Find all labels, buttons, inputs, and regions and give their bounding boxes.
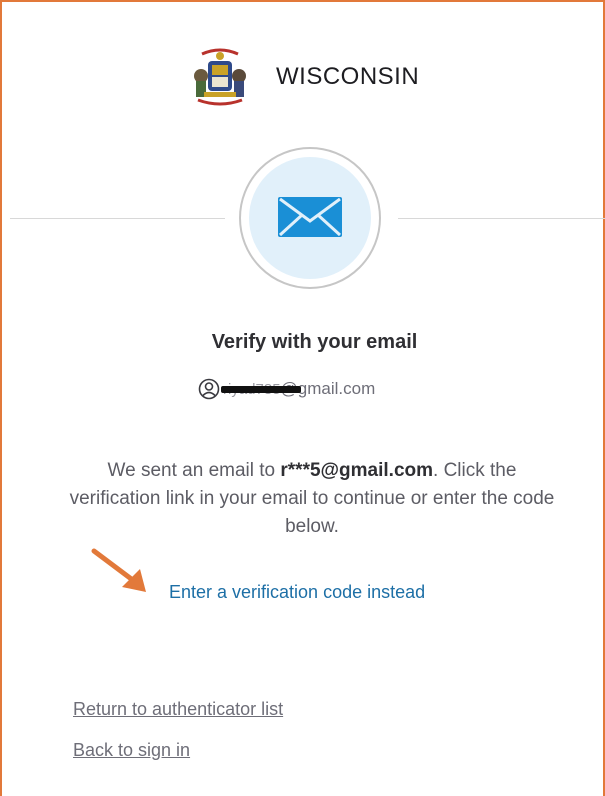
return-to-authenticator-list-link[interactable]: Return to authenticator list <box>73 699 283 720</box>
browser-frame: WISCONSIN Verify with your email riyad78… <box>0 0 605 796</box>
instructions-prefix: We sent an email to <box>107 460 281 481</box>
brand-name: WISCONSIN <box>276 63 420 90</box>
divider-right <box>398 218 605 219</box>
masked-email: r***5@gmail.com <box>280 460 434 481</box>
authenticator-badge <box>239 147 381 289</box>
wisconsin-state-seal-icon <box>194 48 246 106</box>
user-identifier: riyad785 @gmail.com <box>198 377 375 401</box>
verification-instructions: We sent an email to r***5@gmail.com. Cli… <box>62 457 562 541</box>
annotation-arrow-icon <box>91 548 146 592</box>
user-circle-icon <box>198 378 220 400</box>
back-to-sign-in-link[interactable]: Back to sign in <box>73 740 190 761</box>
page-title: Verify with your email <box>211 331 418 353</box>
envelope-icon <box>278 197 342 237</box>
divider-left <box>10 218 225 219</box>
enter-verification-code-link[interactable]: Enter a verification code instead <box>169 582 425 603</box>
redaction-bar <box>221 385 301 393</box>
badge-background <box>249 157 371 279</box>
redacted-email-username: riyad785 <box>221 381 301 398</box>
brand-header: WISCONSIN <box>2 42 605 112</box>
